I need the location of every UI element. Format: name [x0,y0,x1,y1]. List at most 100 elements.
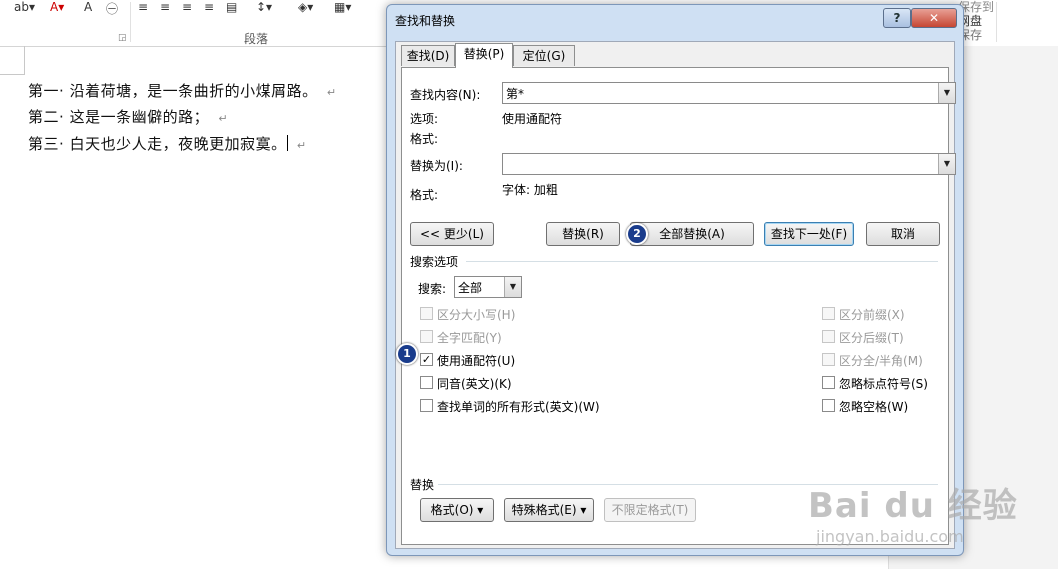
checkbox-box[interactable] [420,307,433,320]
line-spacing-icon[interactable]: ↕▾ [256,0,272,16]
shading-icon[interactable]: ◈▾ [298,0,313,16]
checkbox-label: 区分后缀(T) [839,331,904,345]
checkbox-label: 忽略标点符号(S) [839,377,928,391]
ribbon-divider [130,2,131,42]
chevron-down-icon[interactable]: ▼ [938,154,955,174]
find-what-value[interactable]: 第* [506,85,524,102]
watermark-url: jingyan.baidu.com [816,527,964,546]
ignore-punctuation-checkbox[interactable]: 忽略标点符号(S) [822,375,942,391]
checkbox-box[interactable] [420,376,433,389]
replace-tab-panel: 查找内容(N): 第* ▼ 选项: 使用通配符 格式: 替换为(I): ▼ 格式… [401,67,956,545]
enclose-char-icon[interactable]: ㊀ [106,0,118,16]
search-direction-value: 全部 [458,281,483,295]
replace-all-button[interactable]: 全部替换(A) [630,222,754,246]
paragraph-mark-icon: ↵ [296,139,307,152]
whole-word-checkbox[interactable]: 全字匹配(Y) [420,329,620,345]
find-what-label: 查找内容(N): [410,88,481,102]
watermark-main: Bai du 经验 [808,486,1018,526]
help-button[interactable]: ? [883,8,911,28]
line-prefix: 第二· [28,108,65,126]
match-suffix-checkbox[interactable]: 区分后缀(T) [822,329,942,345]
char-shading-icon[interactable]: A [84,0,92,16]
highlight-icon[interactable]: ab▾ [14,0,35,16]
font-dialog-launcher-icon[interactable]: ◲ [118,33,127,43]
find-what-combo[interactable]: 第* ▼ [502,82,956,104]
find-format-label: 格式: [410,132,439,146]
less-button[interactable]: << 更少(L) [410,222,494,246]
all-word-forms-checkbox[interactable]: 查找单词的所有形式(英文)(W) [420,398,660,414]
align-center-icon[interactable]: ≡ [160,0,170,16]
cancel-button[interactable]: 取消 [866,222,940,246]
distributed-icon[interactable]: ▤ [226,0,237,16]
checkbox-label: 查找单词的所有形式(英文)(W) [437,400,600,414]
step-badge-2: 2 [626,223,648,245]
replace-section-title: 替换 [410,478,435,492]
line-prefix: 第三· [28,135,65,153]
document-line-2[interactable]: 第二· 这是一条幽僻的路； ↵ [28,106,228,127]
match-case-checkbox[interactable]: 区分大小写(H) [420,306,620,322]
replace-button[interactable]: 替换(R) [546,222,620,246]
chevron-down-icon[interactable]: ▼ [504,277,521,297]
document-line-3[interactable]: 第三· 白天也少人走，夜晚更加寂寞。 ↵ [28,133,307,154]
paragraph-mark-icon: ↵ [326,86,337,99]
tab-replace[interactable]: 替换(P) [455,43,513,68]
justify-icon[interactable]: ≡ [204,0,214,16]
ignore-whitespace-checkbox[interactable]: 忽略空格(W) [822,398,942,414]
options-value: 使用通配符 [502,112,563,126]
replace-format-label: 格式: [410,188,439,202]
paragraph-group-label: 段落 [244,32,269,46]
checkbox-label: 区分前缀(X) [839,308,905,322]
dialog-titlebar[interactable]: 查找和替换 ? ✕ [387,5,963,35]
match-width-checkbox[interactable]: 区分全/半角(M) [822,352,942,368]
replace-with-combo[interactable]: ▼ [502,153,956,175]
checkbox-box[interactable] [822,330,835,343]
baidu-watermark-logo: Bai du 经验 jingyan.baidu.com [808,478,1018,546]
close-button[interactable]: ✕ [911,8,957,28]
checkbox-label: 全字匹配(Y) [437,331,502,345]
checkbox-label: 使用通配符(U) [437,354,516,368]
font-color-icon[interactable]: A▾ [50,0,64,16]
ribbon-divider [996,2,997,42]
search-options-title: 搜索选项 [410,255,459,269]
paragraph-mark-icon: ↵ [218,112,229,125]
special-menu-button[interactable]: 特殊格式(E) ▾ [504,498,594,522]
align-right-icon[interactable]: ≡ [182,0,192,16]
match-prefix-checkbox[interactable]: 区分前缀(X) [822,306,942,322]
replace-format-value: 字体: 加粗 [502,183,558,197]
use-wildcards-checkbox[interactable]: ✓ 使用通配符(U) [420,352,620,368]
checkbox-label: 区分全/半角(M) [839,354,923,368]
checkbox-label: 区分大小写(H) [437,308,516,322]
line-text: 这是一条幽僻的路； [69,108,210,126]
step-badge-1: 1 [396,343,418,365]
tab-find[interactable]: 查找(D) [401,45,455,66]
checkbox-box[interactable] [822,307,835,320]
text-caret [286,135,288,151]
document-line-1[interactable]: 第一· 沿着荷塘，是一条曲折的小煤屑路。 ↵ [28,80,337,101]
borders-icon[interactable]: ▦▾ [334,0,351,16]
line-prefix: 第一· [28,82,65,100]
format-menu-button[interactable]: 格式(O) ▾ [420,498,494,522]
search-direction-select[interactable]: 全部 ▼ [454,276,522,298]
search-direction-label: 搜索: [418,282,447,296]
line-text: 白天也少人走，夜晚更加寂寞。 [69,135,287,153]
section-divider [466,261,938,262]
line-text: 沿着荷塘，是一条曲折的小煤屑路。 [69,82,318,100]
find-replace-dialog: 查找和替换 ? ✕ 查找(D) 替换(P) 定位(G) 查找内容(N): 第* … [386,4,964,556]
sounds-like-checkbox[interactable]: 同音(英文)(K) [420,375,620,391]
checkbox-box[interactable] [822,399,835,412]
options-label: 选项: [410,112,439,126]
checkbox-label: 同音(英文)(K) [437,377,512,391]
checkbox-box[interactable] [822,353,835,366]
no-formatting-button[interactable]: 不限定格式(T) [604,498,696,522]
find-next-button[interactable]: 查找下一处(F) [764,222,854,246]
chevron-down-icon[interactable]: ▼ [938,83,955,103]
align-left-icon[interactable]: ≡ [138,0,148,16]
checkbox-box[interactable] [420,399,433,412]
replace-with-label: 替换为(I): [410,159,463,173]
checkbox-box[interactable] [822,376,835,389]
tab-goto[interactable]: 定位(G) [513,45,575,66]
dialog-title: 查找和替换 [395,14,456,28]
ruler-corner [0,46,25,75]
checkbox-box[interactable]: ✓ [420,353,433,366]
checkbox-box[interactable] [420,330,433,343]
